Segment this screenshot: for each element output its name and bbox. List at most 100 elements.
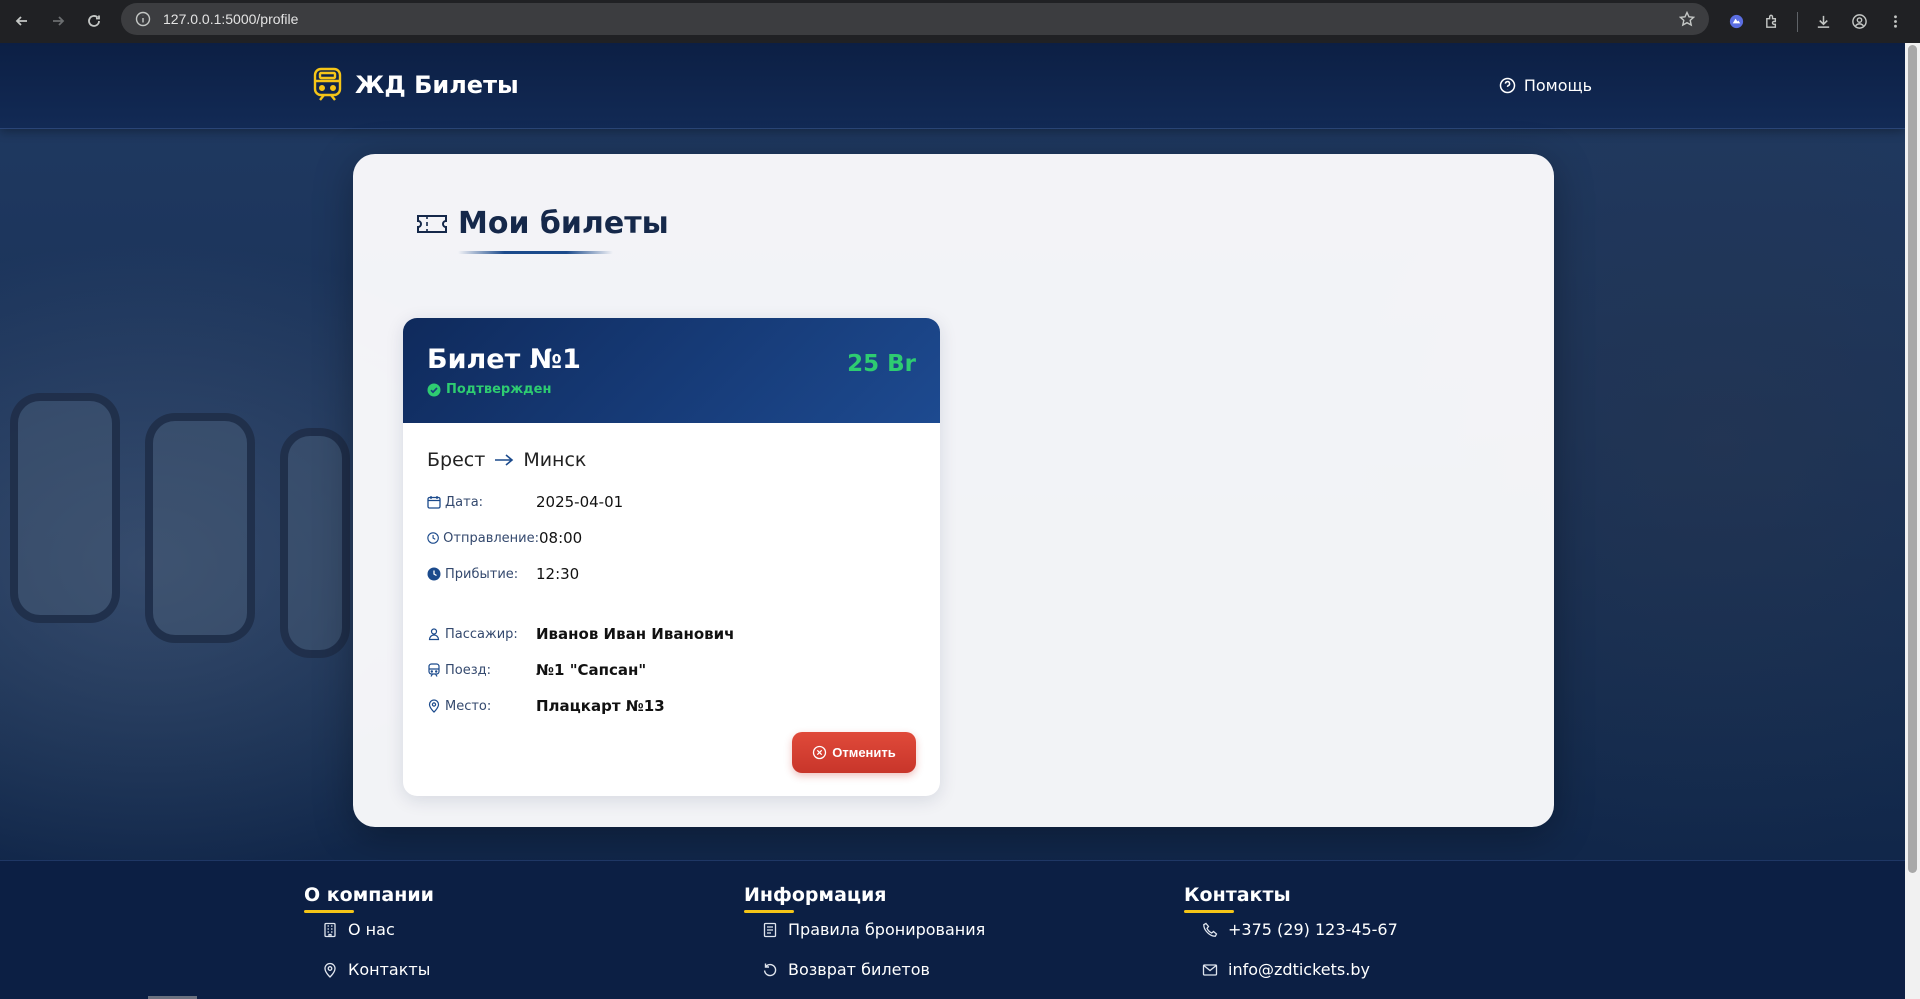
ticket-price: 25 Br <box>847 351 916 377</box>
footer-link-phone[interactable]: +375 (29) 123-45-67 <box>1202 920 1398 939</box>
passenger-label: Пассажир: <box>445 626 518 642</box>
page-scrollbar[interactable] <box>1905 43 1920 999</box>
seat-row: Место: Плацкарт №13 <box>427 697 665 715</box>
document-icon <box>763 922 777 937</box>
clock-filled-icon <box>427 567 441 581</box>
date-label-group: Дата: <box>427 495 536 510</box>
profile-icon[interactable] <box>1844 7 1874 37</box>
departure-label: Отправление: <box>443 530 539 546</box>
cancel-label: Отменить <box>832 745 896 760</box>
passenger-value: Иванов Иван Иванович <box>536 625 735 643</box>
arrival-label-group: Прибытие: <box>427 567 536 582</box>
toolbar-divider <box>1797 11 1798 32</box>
train-window-decoration <box>145 413 255 643</box>
brand-name: ЖД Билеты <box>355 70 519 99</box>
footer-column-company: О компании О нас Контакты <box>304 884 434 979</box>
ticket-icon <box>417 214 447 233</box>
date-label: Дата: <box>445 494 484 510</box>
page-viewport: ЖД Билеты Помощь Мои билеты Билет №1 Под… <box>0 43 1905 999</box>
footer-column-contacts: Контакты +375 (29) 123-45-67 info@zdtick… <box>1184 884 1398 979</box>
footer-column-info: Информация Правила бронирования Возврат … <box>744 884 985 979</box>
footer-link-label: +375 (29) 123-45-67 <box>1228 920 1398 939</box>
bookmark-star-icon[interactable] <box>1678 10 1696 27</box>
route: Брест Минск <box>427 449 586 471</box>
train-small-icon <box>428 663 440 677</box>
site-footer: О компании О нас Контакты Информация Пра… <box>0 860 1905 999</box>
phone-icon <box>1203 922 1218 937</box>
ticket-card: Билет №1 Подтвержден 25 Br Брест Минск Д… <box>403 318 940 796</box>
downloads-icon[interactable] <box>1808 7 1838 37</box>
building-icon <box>324 922 336 937</box>
train-window-decoration <box>10 393 120 623</box>
page-title: Мои билеты <box>416 206 669 241</box>
footer-link-email[interactable]: info@zdtickets.by <box>1202 960 1370 979</box>
seat-label-group: Место: <box>427 699 536 714</box>
passenger-row: Пассажир: Иванов Иван Иванович <box>427 625 734 643</box>
footer-link-label: Контакты <box>348 960 431 979</box>
footer-link-booking-rules[interactable]: Правила бронирования <box>762 920 985 939</box>
menu-kebab-icon[interactable] <box>1880 7 1910 37</box>
footer-column-title: О компании <box>304 884 434 906</box>
route-to: Минск <box>523 449 587 471</box>
date-row: Дата: 2025-04-01 <box>427 493 623 511</box>
status-badge: Подтвержден <box>427 382 551 397</box>
seat-label: Место: <box>445 698 492 714</box>
departure-label-group: Отправление: <box>427 531 539 546</box>
reload-button[interactable] <box>76 3 112 39</box>
status-text: Подтвержден <box>446 382 552 397</box>
url-text: 127.0.0.1:5000/profile <box>163 11 299 27</box>
scrollbar-thumb[interactable] <box>1908 45 1917 873</box>
footer-link-refunds[interactable]: Возврат билетов <box>762 960 930 979</box>
envelope-icon <box>1202 963 1218 976</box>
tickets-panel: Мои билеты Билет №1 Подтвержден 25 Br Бр… <box>353 154 1554 827</box>
footer-link-label: info@zdtickets.by <box>1228 960 1370 979</box>
clock-icon <box>427 532 439 544</box>
date-value: 2025-04-01 <box>536 493 624 511</box>
cancel-circle-icon <box>813 745 827 760</box>
cancel-ticket-button[interactable]: Отменить <box>792 732 916 773</box>
arrival-label: Прибытие: <box>445 566 519 582</box>
footer-column-title: Контакты <box>1184 884 1291 906</box>
footer-link-about[interactable]: О нас <box>322 920 395 939</box>
brand-logo-link[interactable]: ЖД Билеты <box>312 67 519 102</box>
location-pin-icon <box>428 699 440 713</box>
train-row: Поезд: №1 "Сапсан" <box>427 661 646 679</box>
refresh-icon <box>763 963 777 976</box>
footer-title-underline <box>304 910 354 913</box>
arrival-value: 12:30 <box>536 565 580 583</box>
footer-link-label: О нас <box>348 920 395 939</box>
location-pin-icon <box>324 962 336 978</box>
footer-link-label: Возврат билетов <box>788 960 930 979</box>
arrival-row: Прибытие: 12:30 <box>427 565 579 583</box>
train-value: №1 "Сапсан" <box>536 661 647 679</box>
address-bar[interactable]: 127.0.0.1:5000/profile <box>121 3 1709 35</box>
footer-link-label: Правила бронирования <box>788 920 986 939</box>
extensions-puzzle-icon[interactable] <box>1757 7 1787 37</box>
footer-title-underline <box>1184 910 1234 913</box>
ticket-number: Билет №1 <box>427 344 581 375</box>
passenger-label-group: Пассажир: <box>427 627 536 642</box>
question-circle-icon <box>1499 77 1516 94</box>
arrow-right-icon <box>495 454 514 466</box>
departure-value: 08:00 <box>539 529 583 547</box>
extension-avatar-icon[interactable] <box>1721 7 1751 37</box>
site-header: ЖД Билеты Помощь <box>0 43 1905 129</box>
footer-title-underline <box>744 910 794 913</box>
ticket-header: Билет №1 Подтвержден 25 Br <box>403 318 940 423</box>
train-label: Поезд: <box>445 662 492 678</box>
calendar-icon <box>427 496 441 509</box>
title-underline <box>458 251 613 254</box>
train-label-group: Поезд: <box>427 663 536 678</box>
person-icon <box>428 628 440 641</box>
route-from: Брест <box>427 449 486 471</box>
back-button[interactable] <box>4 3 40 39</box>
seat-value: Плацкарт №13 <box>536 697 665 715</box>
forward-button[interactable] <box>40 3 76 39</box>
help-link[interactable]: Помощь <box>1499 76 1592 95</box>
footer-link-contacts[interactable]: Контакты <box>322 960 430 979</box>
help-label: Помощь <box>1523 76 1592 95</box>
train-icon <box>313 67 342 101</box>
train-window-decoration <box>280 428 350 658</box>
site-info-icon[interactable] <box>135 11 151 27</box>
page-title-text: Мои билеты <box>458 206 669 241</box>
